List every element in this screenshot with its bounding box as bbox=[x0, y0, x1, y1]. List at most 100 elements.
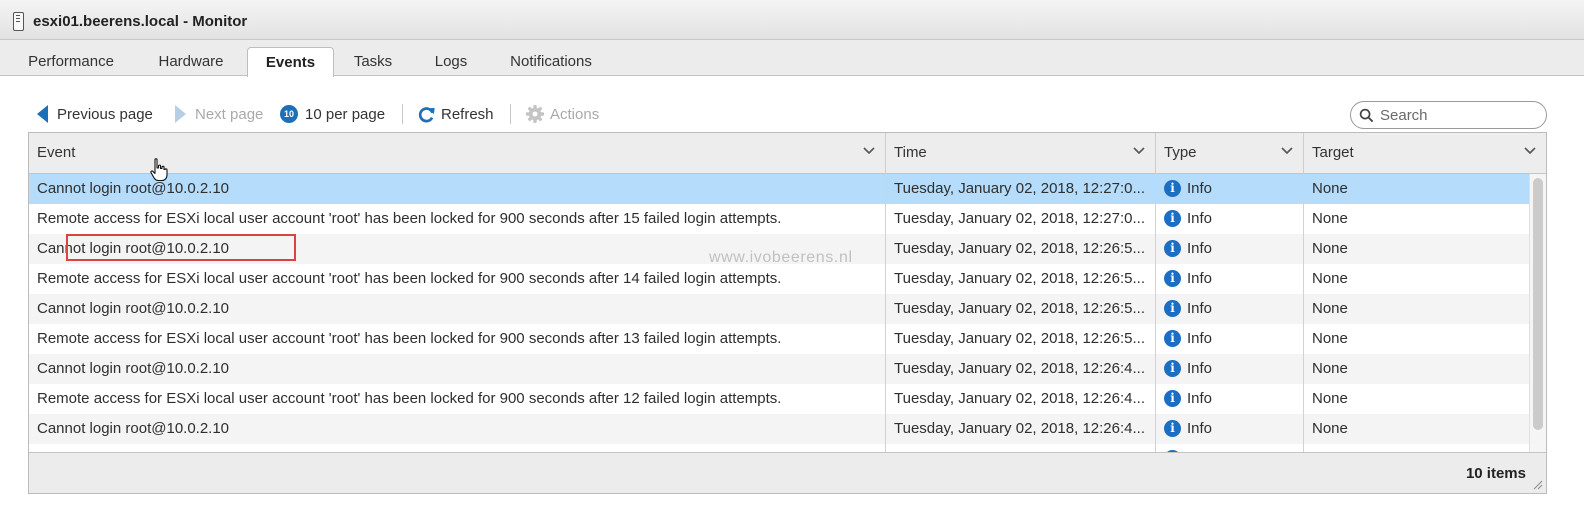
table-row[interactable]: Remote access for ESXi local user accoun… bbox=[29, 264, 1529, 294]
refresh-button[interactable]: Refresh bbox=[417, 100, 494, 128]
type-cell: i Info bbox=[1156, 384, 1304, 414]
type-cell: i Info bbox=[1156, 354, 1304, 384]
actions-label: Actions bbox=[550, 105, 600, 123]
column-divider bbox=[1303, 174, 1304, 452]
per-page-count-icon: 10 bbox=[280, 105, 298, 123]
table-body: Cannot login root@10.0.2.10 Tuesday, Jan… bbox=[29, 174, 1529, 452]
type-cell: iInfo bbox=[1156, 444, 1304, 452]
time-cell: Tuesday, January 02, 2018, 12:26:4... bbox=[894, 420, 1146, 437]
target-cell: None bbox=[1312, 420, 1348, 437]
time-cell: Tuesday, January 02, 2018, 12:27:0... bbox=[894, 210, 1146, 227]
event-cell: Cannot login root@10.0.2.10 bbox=[37, 420, 230, 437]
refresh-label: Refresh bbox=[441, 105, 494, 123]
column-divider bbox=[885, 174, 886, 452]
time-cell: Tuesday, January 02, 2018, 12:26:4... bbox=[894, 390, 1146, 407]
events-toolbar: Previous page Next page 10 10 per page R… bbox=[0, 100, 1584, 128]
time-cell: Tuesday, January 02, 2018, 12:26:5... bbox=[894, 240, 1146, 257]
type-label: Info bbox=[1187, 210, 1213, 227]
table-row[interactable]: Cannot login root@10.0.2.10 Tuesday, Jan… bbox=[29, 294, 1529, 324]
event-cell: Remote access for ESXi local user accoun… bbox=[37, 210, 782, 227]
table-row[interactable]: Remote access for ESXi local user accoun… bbox=[29, 204, 1529, 234]
event-cell: Cannot login root@10.0.2.10 bbox=[37, 360, 230, 377]
type-label: Info bbox=[1187, 300, 1213, 317]
hand-cursor-icon bbox=[150, 158, 168, 182]
scrollbar-thumb[interactable] bbox=[1533, 178, 1543, 430]
events-table: Event Time Type Target Cannot login root… bbox=[28, 132, 1547, 494]
column-header-target[interactable]: Target bbox=[1304, 133, 1546, 174]
target-cell: None bbox=[1312, 270, 1348, 287]
next-page-label: Next page bbox=[195, 105, 264, 123]
tab-logs[interactable]: Logs bbox=[420, 47, 482, 76]
time-cell: Tuesday, January 02, 2018, 12:26:5... bbox=[894, 270, 1146, 287]
info-icon: i bbox=[1164, 389, 1181, 407]
table-footer: 10 items bbox=[29, 452, 1546, 493]
tab-notifications[interactable]: Notifications bbox=[496, 47, 606, 76]
table-row[interactable]: Cannot login root@10.0.2.10 Tuesday, Jan… bbox=[29, 414, 1529, 444]
gear-icon bbox=[526, 105, 544, 123]
event-cell: Remote access for ESXi local user accoun… bbox=[37, 390, 782, 407]
tab-hardware[interactable]: Hardware bbox=[140, 47, 242, 76]
table-row[interactable]: Remote access for ESXi local user accoun… bbox=[29, 324, 1529, 354]
table-row[interactable]: Remote access for ESXi local user accoun… bbox=[29, 384, 1529, 414]
table-row[interactable]: Cannot login root@10.0.2.10 Tuesday, Jan… bbox=[29, 174, 1529, 204]
arrow-left-icon bbox=[37, 105, 48, 123]
chevron-down-icon bbox=[863, 147, 875, 155]
info-icon: i bbox=[1164, 359, 1181, 377]
target-cell: None bbox=[1312, 300, 1348, 317]
info-icon: i bbox=[1164, 239, 1181, 257]
type-cell: i Info bbox=[1156, 234, 1304, 264]
event-cell: Remote access for ESXi local user accoun… bbox=[29, 444, 886, 452]
chevron-down-icon bbox=[1524, 147, 1536, 155]
type-label: Info bbox=[1187, 390, 1213, 407]
target-cell: None bbox=[1312, 330, 1348, 347]
previous-page-label: Previous page bbox=[57, 105, 153, 123]
host-icon bbox=[13, 12, 24, 31]
table-row[interactable]: Cannot login root@10.0.2.10 Tuesday, Jan… bbox=[29, 354, 1529, 384]
actions-button[interactable]: Actions bbox=[525, 100, 599, 128]
event-cell: Remote access for ESXi local user accoun… bbox=[37, 330, 782, 347]
type-cell: iInfo bbox=[1156, 294, 1304, 324]
column-label: Event bbox=[37, 144, 76, 161]
window-title: esxi01.beerens.local - Monitor bbox=[33, 13, 248, 30]
info-icon: i bbox=[1164, 419, 1181, 437]
target-cell: None bbox=[1312, 240, 1348, 257]
time-cell: Tuesday, January 02, 2018, 12:26:4... bbox=[886, 444, 1148, 452]
table-header: Event Time Type Target bbox=[29, 133, 1546, 174]
time-cell: Tuesday, January 02, 2018, 12:26:4... bbox=[894, 360, 1146, 377]
vertical-scrollbar[interactable] bbox=[1529, 174, 1546, 452]
type-label: Info bbox=[1187, 270, 1213, 287]
arrow-right-icon bbox=[175, 105, 186, 123]
watermark-text: www.ivobeerens.nl bbox=[709, 249, 853, 266]
search-box[interactable] bbox=[1350, 101, 1547, 129]
resize-grip-icon[interactable] bbox=[1533, 480, 1543, 490]
column-header-type[interactable]: Type bbox=[1156, 133, 1304, 174]
chevron-down-icon bbox=[1281, 147, 1293, 155]
window-titlebar: esxi01.beerens.local - Monitor bbox=[0, 0, 1584, 40]
previous-page-button[interactable]: Previous page bbox=[37, 100, 153, 128]
type-cell: iInfo bbox=[1156, 414, 1304, 444]
items-count: 10 items bbox=[1465, 465, 1526, 482]
search-input[interactable] bbox=[1378, 105, 1538, 125]
tab-performance[interactable]: Performance bbox=[14, 47, 128, 76]
chevron-down-icon bbox=[1133, 147, 1145, 155]
info-icon: i bbox=[1164, 329, 1181, 347]
type-label: Info bbox=[1187, 360, 1213, 377]
monitor-tabs: Performance Hardware Events Tasks Logs N… bbox=[0, 40, 1584, 77]
info-icon: i bbox=[1164, 179, 1181, 197]
column-label: Target bbox=[1312, 144, 1354, 161]
target-cell: None bbox=[1312, 180, 1348, 197]
column-header-time[interactable]: Time bbox=[886, 133, 1156, 174]
next-page-button[interactable]: Next page bbox=[175, 100, 263, 128]
search-icon bbox=[1359, 108, 1374, 122]
type-label: Info bbox=[1187, 330, 1213, 347]
column-label: Time bbox=[894, 144, 927, 161]
time-cell: Tuesday, January 02, 2018, 12:27:0... bbox=[894, 180, 1146, 197]
per-page-label: 10 per page bbox=[305, 105, 386, 123]
type-cell: i Info bbox=[1156, 324, 1304, 354]
info-icon: i bbox=[1164, 209, 1181, 227]
table-row[interactable]: Remote access for ESXi local user accoun… bbox=[29, 444, 1529, 452]
tab-events[interactable]: Events bbox=[247, 47, 334, 77]
per-page-button[interactable]: 10 10 per page bbox=[280, 100, 385, 128]
type-label: Info bbox=[1187, 240, 1213, 257]
tab-tasks[interactable]: Tasks bbox=[340, 47, 406, 76]
